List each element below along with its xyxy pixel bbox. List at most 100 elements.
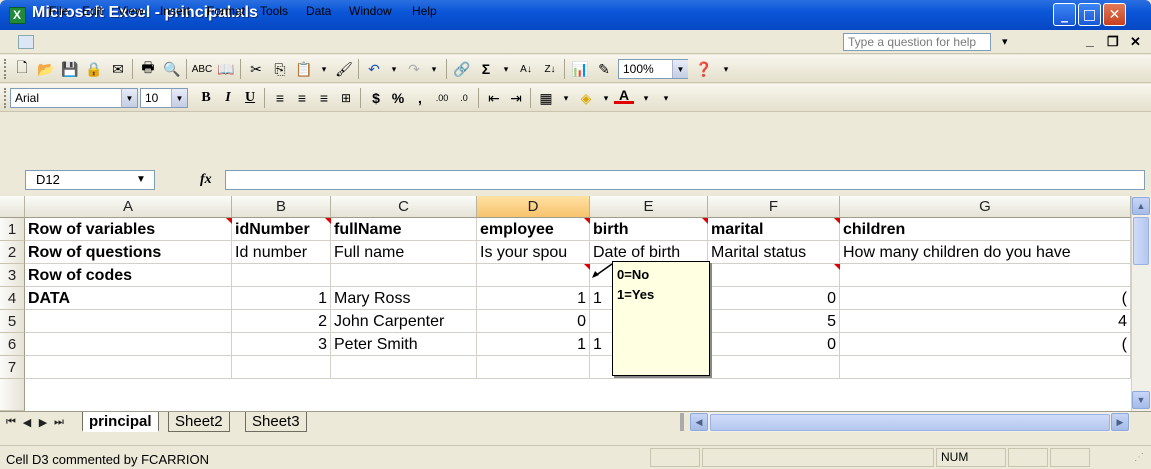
fill-color-dropdown-icon[interactable]: ▾	[596, 88, 616, 108]
percent-button[interactable]: %	[388, 88, 408, 108]
comment-indicator[interactable]	[834, 264, 840, 270]
cell-c6[interactable]: Peter Smith	[331, 333, 477, 356]
cell-c3[interactable]	[331, 264, 477, 287]
font-combo[interactable]: Arial	[10, 88, 138, 108]
row-header-2[interactable]: 2	[0, 241, 25, 264]
tab-split-handle[interactable]	[680, 413, 684, 431]
borders-dropdown-icon[interactable]: ▾	[556, 88, 576, 108]
cell-d2[interactable]: Is your spou	[477, 241, 590, 264]
cell-g7[interactable]	[840, 356, 1131, 379]
menu-window[interactable]: Window	[345, 3, 396, 21]
prev-sheet-icon[interactable]: ◀	[20, 414, 34, 430]
drawing-icon[interactable]: ✎	[594, 59, 614, 79]
increase-decimal-icon[interactable]: .00	[432, 88, 452, 108]
cell-b4[interactable]: 1	[232, 287, 331, 310]
doc-restore-icon[interactable]: ❐	[1107, 34, 1119, 50]
menu-format[interactable]: Format	[203, 3, 249, 21]
cell-a6[interactable]	[25, 333, 232, 356]
cell-b1[interactable]: idNumber	[232, 218, 331, 241]
help-icon[interactable]: ❓	[694, 59, 714, 79]
excel-app-icon[interactable]	[9, 7, 26, 24]
cell-comment-box[interactable]: 0=No 1=Yes	[612, 261, 710, 376]
cell-g5[interactable]: 4	[840, 310, 1131, 333]
name-box-dropdown-icon[interactable]: ▼	[136, 174, 146, 185]
cell-f2[interactable]: Marital status	[708, 241, 840, 264]
minimize-button[interactable]: _	[1053, 3, 1076, 26]
cell-b5[interactable]: 2	[232, 310, 331, 333]
redo-icon[interactable]: ↷	[404, 59, 424, 79]
menu-tools[interactable]: Tools	[256, 3, 292, 21]
cell-g6[interactable]: (	[840, 333, 1131, 356]
vertical-scroll-thumb[interactable]	[1133, 217, 1149, 265]
menu-edit[interactable]: Edit	[78, 3, 107, 21]
increase-indent-icon[interactable]: ⇥	[506, 88, 526, 108]
row-header-1[interactable]: 1	[0, 218, 25, 241]
cell-f4[interactable]: 0	[708, 287, 840, 310]
cell-d7[interactable]	[477, 356, 590, 379]
column-header-d[interactable]: D	[477, 196, 590, 218]
merge-center-icon[interactable]: ⊞	[336, 88, 356, 108]
undo-icon[interactable]: ↶	[364, 59, 384, 79]
hyperlink-icon[interactable]: 🔗	[452, 59, 472, 79]
cell-g2[interactable]: How many children do you have	[840, 241, 1131, 264]
cell-a5[interactable]	[25, 310, 232, 333]
cell-b7[interactable]	[232, 356, 331, 379]
worksheet-grid[interactable]: A B C D E F G 1 2 3 4 5 6 7 Row of varia…	[0, 196, 1131, 411]
cell-g1[interactable]: children	[840, 218, 1131, 241]
column-header-c[interactable]: C	[331, 196, 477, 218]
cell-c4[interactable]: Mary Ross	[331, 287, 477, 310]
menu-data[interactable]: Data	[302, 3, 335, 21]
column-header-b[interactable]: B	[232, 196, 331, 218]
column-header-g[interactable]: G	[840, 196, 1131, 218]
comment-indicator[interactable]	[325, 218, 331, 224]
comment-indicator[interactable]	[702, 218, 708, 224]
cell-e1[interactable]: birth	[590, 218, 708, 241]
font-dropdown-icon[interactable]: ▼	[121, 89, 137, 107]
spelling-icon[interactable]: ABC	[192, 59, 213, 79]
scroll-left-icon[interactable]: ◀	[690, 413, 708, 431]
undo-dropdown-icon[interactable]: ▾	[384, 59, 404, 79]
decrease-decimal-icon[interactable]: .0	[454, 88, 474, 108]
sheet-tab-principal[interactable]: principal	[82, 412, 159, 432]
cell-d6[interactable]: 1	[477, 333, 590, 356]
first-sheet-icon[interactable]: ⏮	[4, 414, 18, 430]
cell-a2[interactable]: Row of questions	[25, 241, 232, 264]
cell-c5[interactable]: John Carpenter	[331, 310, 477, 333]
menu-view[interactable]: View	[114, 3, 148, 21]
borders-icon[interactable]: ▦	[536, 88, 556, 108]
print-preview-icon[interactable]: 🔍	[162, 59, 182, 79]
comment-indicator[interactable]	[226, 218, 232, 224]
row-header-4[interactable]: 4	[0, 287, 25, 310]
help-question-input[interactable]: Type a question for help	[843, 33, 991, 51]
chart-wizard-icon[interactable]: 📊	[570, 59, 590, 79]
comment-indicator[interactable]	[584, 218, 590, 224]
underline-button[interactable]: U	[240, 88, 260, 108]
close-button[interactable]: ✕	[1103, 3, 1126, 26]
toolbar-grip[interactable]	[4, 88, 7, 108]
scroll-right-icon[interactable]: ▶	[1111, 413, 1129, 431]
comment-indicator[interactable]	[584, 264, 590, 270]
cell-d4[interactable]: 1	[477, 287, 590, 310]
italic-button[interactable]: I	[218, 88, 238, 108]
decrease-indent-icon[interactable]: ⇤	[484, 88, 504, 108]
resize-grip-icon[interactable]: ⋰	[1134, 452, 1144, 463]
scroll-up-icon[interactable]: ▲	[1132, 197, 1150, 215]
menu-insert[interactable]: Insert	[156, 3, 194, 21]
cell-d5[interactable]: 0	[477, 310, 590, 333]
font-size-dropdown-icon[interactable]: ▼	[171, 89, 187, 107]
cell-g4[interactable]: (	[840, 287, 1131, 310]
cell-c1[interactable]: fullName	[331, 218, 477, 241]
sort-descending-icon[interactable]: Z↓	[540, 59, 560, 79]
comma-button[interactable]: ,	[410, 88, 430, 108]
cell-c2[interactable]: Full name	[331, 241, 477, 264]
cell-f7[interactable]	[708, 356, 840, 379]
sheet-tab-sheet2[interactable]: Sheet2	[168, 412, 230, 432]
row-header-6[interactable]: 6	[0, 333, 25, 356]
open-icon[interactable]: 📂	[36, 59, 56, 79]
last-sheet-icon[interactable]: ⏭	[52, 414, 66, 430]
align-left-icon[interactable]: ≡	[270, 88, 290, 108]
align-right-icon[interactable]: ≡	[314, 88, 334, 108]
formula-input[interactable]	[225, 170, 1145, 190]
menu-file[interactable]: File	[45, 3, 72, 21]
row-header-3[interactable]: 3	[0, 264, 25, 287]
